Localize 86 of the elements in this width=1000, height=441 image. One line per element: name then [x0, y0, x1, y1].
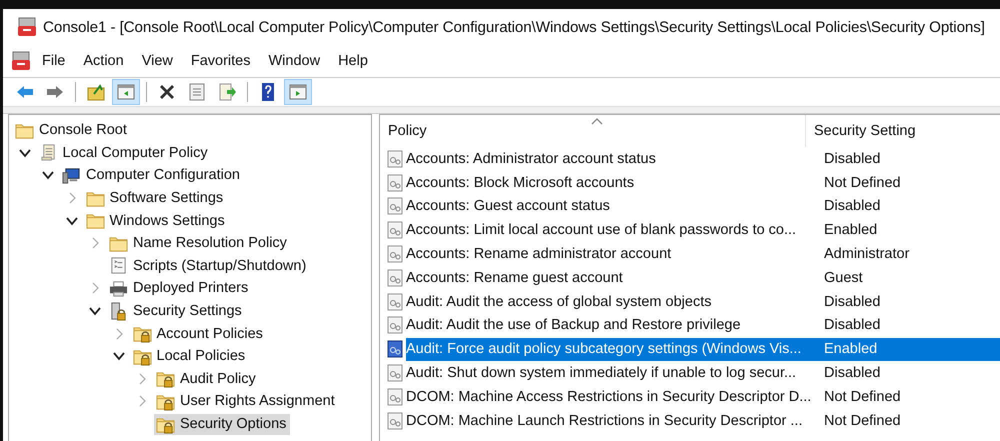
tree-item[interactable]: Deployed Printers	[107, 278, 252, 299]
table-cell: Not Defined	[824, 388, 901, 405]
table-cell-text: Accounts: Rename administrator account	[406, 246, 672, 262]
policy-icon	[386, 340, 404, 358]
policy-icon	[386, 245, 404, 264]
computer-icon	[62, 166, 81, 185]
tree-item[interactable]: Windows Settings	[84, 210, 229, 232]
collapse-icon[interactable]	[112, 350, 124, 362]
policy-icon	[386, 316, 404, 334]
table-row[interactable]: Accounts: Rename guest account Guest	[406, 266, 1000, 290]
table-cell-text: Audit: Audit the access of global system objects	[406, 294, 712, 310]
tree-item[interactable]: Computer Configuration	[60, 164, 244, 186]
tree-item[interactable]: Security Settings	[107, 300, 246, 322]
table-cell-text: Audit: Force audit policy subcategory settings (Windows Vis...	[406, 341, 802, 358]
table-cell-text: Audit: Audit the use of Backup and Restore privilege	[406, 317, 742, 334]
table-cell: Enabled	[824, 341, 878, 358]
menu-item[interactable]: View	[132, 53, 182, 69]
table-cell-text: Audit: Shut down system immediately if unable to log secur...	[406, 365, 798, 382]
console-tree-icon[interactable]	[112, 79, 140, 105]
table-row[interactable]: Audit: Audit the use of Backup and Restore privilege Disabled	[406, 314, 1000, 337]
table-row[interactable]: Accounts: Guest account status Disabled	[406, 194, 1000, 218]
menu-item[interactable]: Favorites	[182, 53, 260, 69]
policy-icon	[386, 150, 404, 168]
column-header[interactable]: Policy	[380, 115, 806, 147]
table-row[interactable]: Audit: Force audit policy subcategory settings (Windows Vis... Enabled	[406, 338, 1000, 361]
scroll-icon	[38, 143, 58, 162]
table-cell: Not Defined	[824, 174, 901, 191]
table-cell: Not Defined	[824, 412, 901, 429]
table-row[interactable]: Accounts: Block Microsoft accounts Not Defined	[406, 171, 1000, 194]
tree-item[interactable]: Scripts (Startup/Shutdown)	[107, 255, 310, 276]
tree-item[interactable]: Software Settings	[84, 188, 228, 209]
table-cell-text: Accounts: Administrator account status	[406, 150, 657, 167]
menu-item[interactable]: File	[33, 53, 74, 69]
table-cell: Administrator	[824, 246, 910, 262]
policy-icon	[386, 268, 404, 287]
table-cell: Disabled	[824, 294, 880, 310]
tree-item[interactable]: Security Options	[154, 414, 290, 435]
table-row[interactable]: Audit: Audit the access of global system objects Disabled	[406, 290, 1000, 314]
policy-icon	[386, 197, 404, 216]
policy-icon	[386, 174, 404, 192]
tree-item[interactable]: Audit Policy	[154, 368, 260, 390]
policy-icon	[386, 412, 404, 430]
table-cell: Disabled	[824, 150, 880, 167]
column-header[interactable]: Security Setting	[806, 123, 916, 139]
tree-item[interactable]: Local Computer Policy	[36, 142, 212, 164]
table-cell: Guest	[824, 270, 863, 286]
table-cell: Disabled	[824, 198, 880, 214]
collapse-icon[interactable]	[89, 305, 101, 318]
tree-item[interactable]: User Rights Assignment	[154, 390, 339, 412]
table-row[interactable]: DCOM: Machine Access Restrictions in Security Descriptor D... Not Defined	[406, 385, 1000, 408]
printer-icon	[109, 278, 128, 298]
collapse-icon[interactable]	[42, 169, 54, 182]
table-row[interactable]: Accounts: Rename administrator account Administrator	[406, 242, 1000, 266]
table-row[interactable]: Accounts: Administrator account status Disabled	[406, 147, 1000, 170]
policy-icon	[386, 221, 404, 240]
tree-item[interactable]: Local Policies	[130, 346, 250, 367]
policy-icon	[386, 364, 404, 382]
menu-item[interactable]: Action	[74, 53, 133, 69]
table-cell-text: DCOM: Machine Launch Restrictions in Security Descriptor ...	[406, 412, 804, 429]
window-title: Console1 - [Console Root\Local Computer Policy\Computer Configuration\Windows Settings\Security Settings\Local Policies\Security Options]	[43, 18, 985, 36]
table-cell: Disabled	[824, 317, 880, 334]
table-cell-text: DCOM: Machine Access Restrictions in Security Descriptor D...	[406, 388, 812, 405]
security-icon	[109, 302, 128, 321]
policy-icon	[386, 292, 404, 311]
table-cell-text: Accounts: Block Microsoft accounts	[406, 174, 636, 191]
menu-item[interactable]: Window	[260, 53, 330, 69]
tree-item[interactable]: Console Root	[13, 120, 131, 141]
tree-item[interactable]: Name Resolution Policy	[107, 232, 291, 254]
table-row[interactable]: Accounts: Limit local account use of blank passwords to co... Enabled	[406, 218, 1000, 242]
collapse-icon[interactable]	[18, 146, 30, 159]
script-icon	[109, 256, 128, 276]
table-cell-text: Accounts: Limit local account use of blank passwords to co...	[406, 222, 798, 238]
table-row[interactable]: Audit: Shut down system immediately if unable to log secur... Disabled	[406, 362, 1000, 385]
table-cell-text: Accounts: Rename guest account	[406, 270, 624, 286]
table-cell: Disabled	[824, 365, 880, 382]
collapse-icon[interactable]	[66, 214, 78, 227]
sort-icon	[591, 117, 603, 125]
table-row[interactable]: DCOM: Machine Launch Restrictions in Security Descriptor ... Not Defined	[406, 409, 1000, 432]
table-cell: Enabled	[824, 222, 878, 238]
policy-icon	[386, 388, 404, 406]
tree-item[interactable]: Account Policies	[130, 323, 267, 344]
action-pane-icon[interactable]	[284, 79, 312, 105]
app-menu-icon[interactable]	[11, 51, 31, 71]
table-cell-text: Accounts: Guest account status	[406, 198, 611, 214]
menu-item[interactable]: Help	[329, 53, 377, 69]
app-icon	[17, 17, 37, 37]
